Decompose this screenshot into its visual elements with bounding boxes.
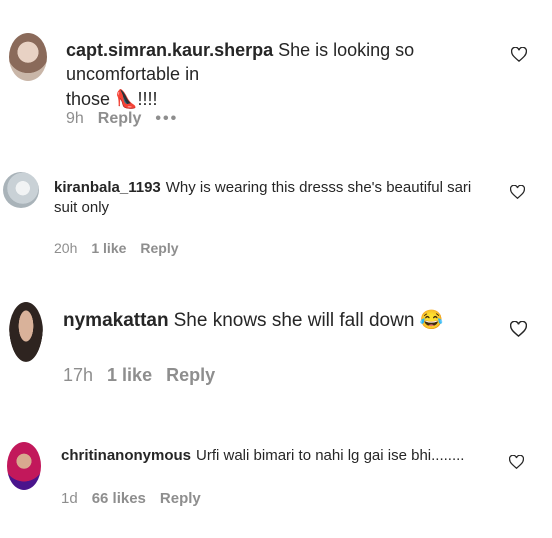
like-heart-icon[interactable] [510, 185, 525, 199]
reply-button[interactable]: Reply [98, 110, 142, 128]
avatar[interactable] [9, 302, 43, 362]
like-heart-icon[interactable] [510, 321, 527, 337]
timestamp[interactable]: 1d [61, 490, 78, 507]
like-heart-icon[interactable] [511, 47, 527, 62]
comment-meta: 20h 1 like Reply [54, 240, 193, 256]
likes-count[interactable]: 66 likes [92, 490, 146, 507]
timestamp[interactable]: 9h [66, 110, 84, 128]
comment-text: capt.simran.kaur.sherpa She is looking so… [66, 38, 496, 111]
laughing-emoji: 😂 [419, 310, 444, 331]
comment-body: suit only [54, 199, 110, 217]
comment-body: Why is wearing this dresss she's beautif… [165, 179, 472, 196]
username-link[interactable]: capt.simran.kaur.sherpa [66, 40, 273, 60]
more-options-icon[interactable]: ••• [155, 110, 178, 128]
timestamp[interactable]: 17h [63, 365, 93, 386]
reply-button[interactable]: Reply [140, 240, 178, 256]
comment-text: nymakattan She knows she will fall down 😂 [63, 308, 483, 334]
comment-item: capt.simran.kaur.sherpa She is looking so… [0, 0, 552, 150]
comment-body: She knows she will fall down [173, 310, 415, 331]
username-link[interactable]: nymakattan [63, 310, 169, 331]
username-link[interactable]: kiranbala_1193 [54, 179, 161, 196]
username-link[interactable]: chritinanonymous [61, 447, 191, 464]
comment-meta: 17h 1 like Reply [63, 365, 229, 386]
comment-body: Urfi wali bimari to nahi lg gai ise bhi.… [196, 447, 465, 464]
comment-item: kiranbala_1193 Why is wearing this dresss… [0, 150, 552, 270]
comment-body: !!!! [137, 88, 158, 109]
comment-item: chritinanonymous Urfi wali bimari to nahi… [0, 410, 552, 538]
avatar[interactable] [7, 442, 41, 490]
reply-button[interactable]: Reply [160, 490, 201, 507]
reply-button[interactable]: Reply [166, 365, 215, 386]
comment-body: those [66, 88, 111, 109]
likes-count[interactable]: 1 like [107, 365, 152, 386]
like-heart-icon[interactable] [509, 455, 524, 469]
avatar[interactable] [3, 172, 39, 208]
comment-text: chritinanonymous Urfi wali bimari to nahi… [61, 446, 491, 466]
avatar[interactable] [9, 33, 47, 81]
likes-count[interactable]: 1 like [91, 240, 126, 256]
timestamp[interactable]: 20h [54, 240, 77, 256]
comment-meta: 1d 66 likes Reply [61, 490, 215, 507]
comment-meta: 9h Reply ••• [66, 110, 192, 128]
comment-text: kiranbala_1193 Why is wearing this dresss… [54, 178, 484, 219]
comment-item: nymakattan She knows she will fall down 😂… [0, 270, 552, 410]
heel-emoji: 👠 [115, 88, 138, 109]
